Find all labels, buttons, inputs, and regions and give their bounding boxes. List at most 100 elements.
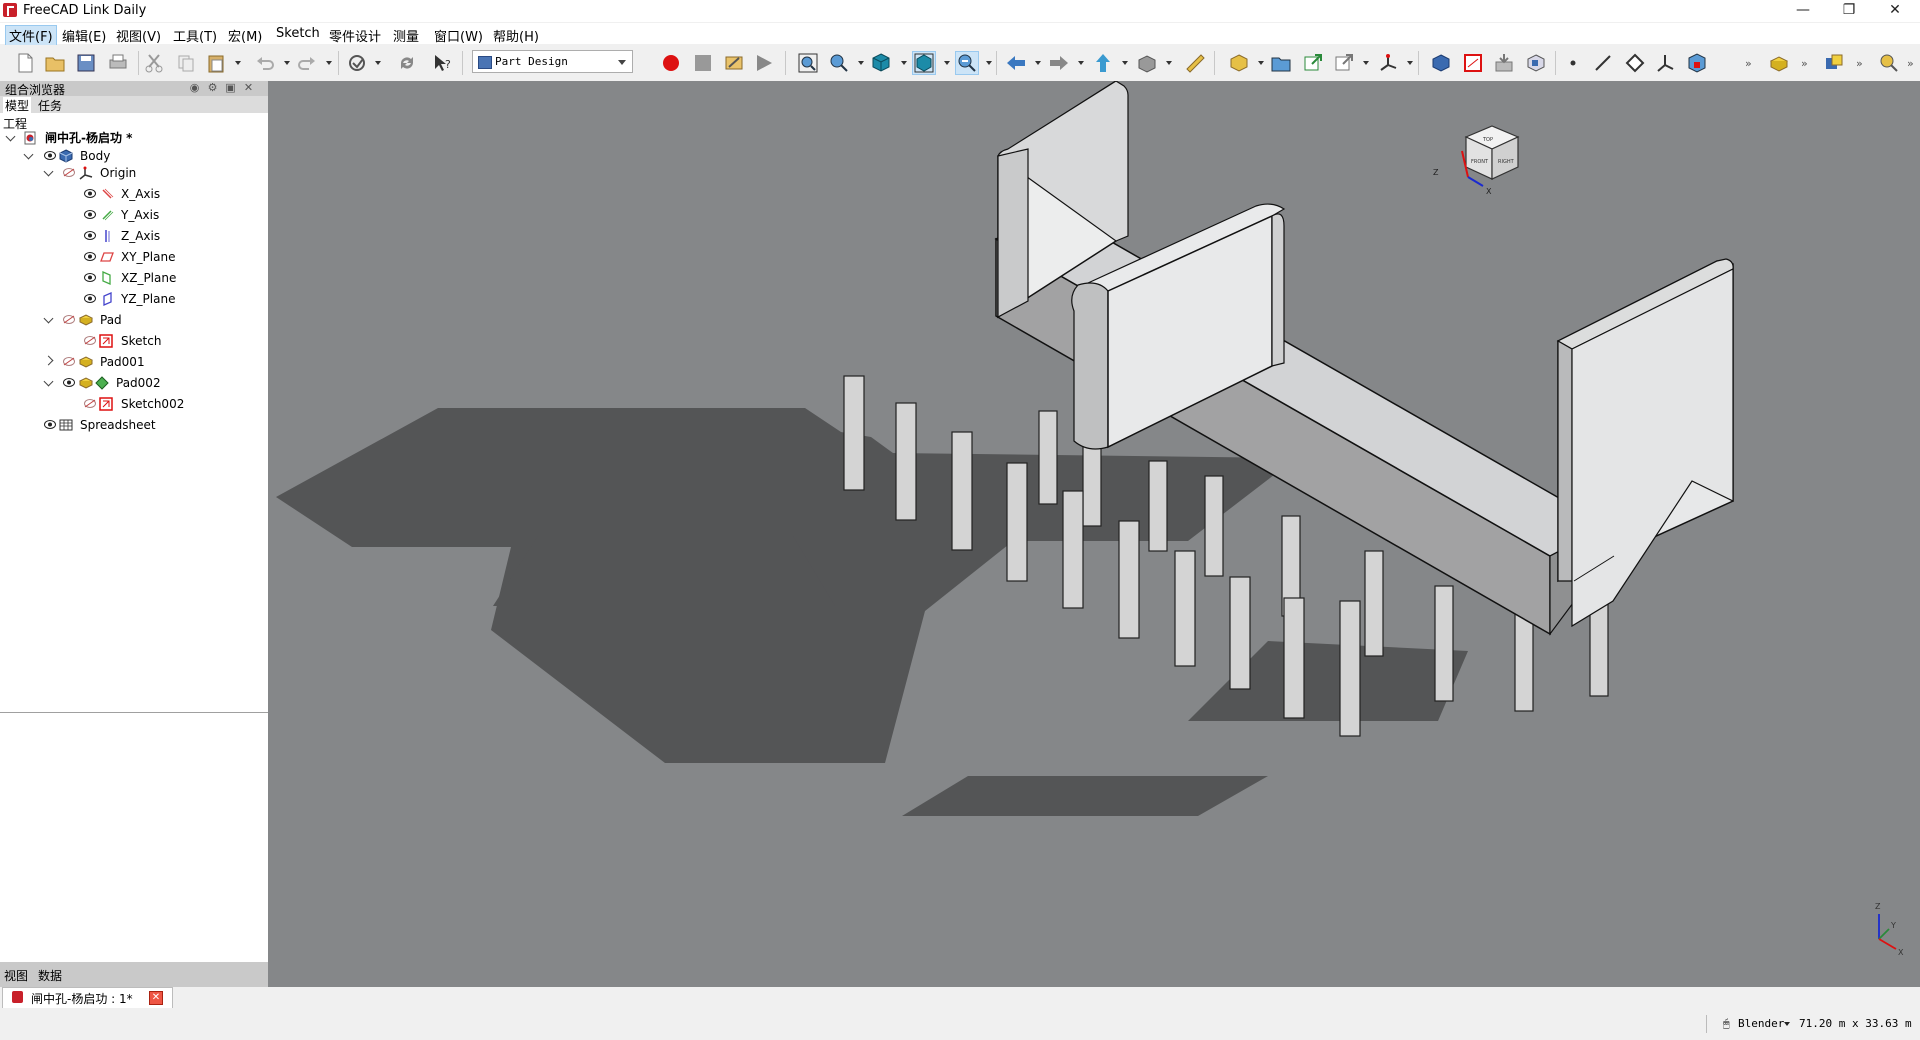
datum-plane-icon[interactable] — [1624, 52, 1646, 74]
expand-arrow-icon[interactable] — [43, 376, 54, 387]
datum-lcs-icon[interactable] — [1654, 52, 1676, 74]
tree-item-pad001[interactable]: Pad001 — [0, 353, 268, 371]
create-lcs-icon[interactable] — [1377, 52, 1399, 74]
forward-arrow-icon[interactable] — [1048, 52, 1070, 74]
edit-macro-icon[interactable] — [723, 52, 745, 74]
workbench-selector[interactable]: Part Design — [472, 50, 633, 73]
measure-view-icon[interactable] — [1878, 52, 1900, 74]
expand-arrow-icon[interactable] — [5, 131, 16, 142]
zoom-icon[interactable] — [828, 52, 850, 74]
export-link-icon[interactable] — [1302, 52, 1324, 74]
visibility-eye-icon[interactable] — [84, 273, 96, 282]
visibility-eye-icon[interactable] — [63, 378, 75, 387]
float-panel-icon[interactable]: ▣ — [225, 82, 236, 93]
menu-tools[interactable]: 工具(T) — [173, 26, 217, 45]
toolbar-overflow-2-icon[interactable]: » — [1801, 57, 1808, 70]
visibility-eye-icon[interactable] — [84, 294, 96, 303]
save-icon[interactable] — [75, 52, 97, 74]
create-body-icon[interactable] — [1228, 52, 1250, 74]
redo-icon[interactable] — [296, 52, 318, 74]
hidden-eye-icon[interactable] — [84, 336, 96, 345]
tree-item-pad[interactable]: Pad — [0, 311, 268, 329]
expand-arrow-icon[interactable] — [43, 313, 54, 324]
tree-item-sketch002[interactable]: Sketch002 — [0, 395, 268, 413]
whats-this-icon[interactable]: ? — [432, 52, 454, 74]
new-file-icon[interactable] — [14, 52, 36, 74]
up-arrow-icon[interactable] — [1092, 52, 1114, 74]
shape-binder-icon[interactable] — [1525, 52, 1547, 74]
run-macro-icon[interactable] — [753, 52, 775, 74]
zoom-box-icon[interactable] — [955, 51, 979, 75]
menu-help[interactable]: 帮助(H) — [493, 26, 539, 45]
tree-item-xz-plane[interactable]: XZ_Plane — [0, 269, 268, 287]
recompute-icon[interactable] — [396, 52, 418, 74]
sub-shape-binder-icon[interactable] — [1686, 52, 1708, 74]
menu-macro[interactable]: 宏(M) — [228, 26, 262, 45]
create-part-icon[interactable] — [1270, 52, 1292, 74]
back-arrow-icon[interactable] — [1005, 52, 1027, 74]
3d-viewport[interactable]: TOP FRONT RIGHT Z X Z Y X — [268, 81, 1920, 987]
fit-all-icon[interactable] — [797, 52, 819, 74]
tab-tasks[interactable]: 任务 — [38, 97, 62, 114]
refresh-icon[interactable] — [346, 52, 368, 74]
print-icon[interactable] — [107, 52, 129, 74]
property-view[interactable] — [0, 712, 268, 963]
close-panel-icon[interactable]: ✕ — [243, 82, 254, 93]
menu-measure[interactable]: 测量 — [393, 26, 419, 45]
datum-line-icon[interactable] — [1592, 52, 1614, 74]
document-tab[interactable]: 闸中孔-杨启功 : 1* ✕ — [2, 987, 173, 1008]
menu-part-design[interactable]: 零件设计 — [329, 26, 381, 45]
paste-icon[interactable] — [205, 52, 227, 74]
navcube-front-label[interactable]: FRONT — [1471, 159, 1489, 165]
validate-sketch-icon[interactable] — [1493, 52, 1515, 74]
tab-data[interactable]: 数据 — [38, 967, 62, 984]
tree-item-x-axis[interactable]: X_Axis — [0, 185, 268, 203]
hidden-eye-icon[interactable] — [84, 399, 96, 408]
tree-item-body[interactable]: Body — [0, 147, 268, 165]
tree-item-pad002[interactable]: Pad002 — [0, 374, 268, 392]
menu-edit[interactable]: 编辑(E) — [62, 26, 106, 45]
measure-distance-icon[interactable] — [1184, 52, 1206, 74]
toolbar-overflow-4-icon[interactable]: » — [1907, 57, 1914, 70]
boolean-icon[interactable] — [1823, 52, 1845, 74]
new-body-icon[interactable] — [1430, 52, 1452, 74]
expand-arrow-icon[interactable] — [43, 166, 54, 177]
hidden-eye-icon[interactable] — [63, 168, 75, 177]
restore-button[interactable]: ❐ — [1826, 0, 1872, 22]
visibility-eye-icon[interactable] — [84, 252, 96, 261]
hidden-eye-icon[interactable] — [63, 315, 75, 324]
menu-view[interactable]: 视图(V) — [116, 26, 161, 45]
undo-icon[interactable] — [254, 52, 276, 74]
hidden-eye-icon[interactable] — [63, 357, 75, 366]
menu-window[interactable]: 窗口(W) — [434, 26, 483, 45]
record-macro-icon[interactable] — [660, 52, 682, 74]
close-tab-icon[interactable]: ✕ — [149, 991, 163, 1005]
tree-item-xy-plane[interactable]: XY_Plane — [0, 248, 268, 266]
stop-macro-icon[interactable] — [692, 52, 714, 74]
visibility-eye-icon[interactable] — [84, 189, 96, 198]
pad-feature-icon[interactable] — [1768, 52, 1790, 74]
std-views-icon[interactable] — [1136, 52, 1158, 74]
minimize-button[interactable]: — — [1780, 0, 1826, 22]
datum-point-icon[interactable] — [1562, 52, 1584, 74]
menu-sketch[interactable]: Sketch — [276, 26, 320, 41]
menu-file[interactable]: 文件(F) — [5, 25, 57, 46]
tree-item-yz-plane[interactable]: YZ_Plane — [0, 290, 268, 308]
tree-item-sketch[interactable]: Sketch — [0, 332, 268, 350]
close-button[interactable]: ✕ — [1872, 0, 1918, 22]
tree-item-z-axis[interactable]: Z_Axis — [0, 227, 268, 245]
tree-item-document[interactable]: 闸中孔-杨启功 * — [0, 129, 268, 147]
tree-item-y-axis[interactable]: Y_Axis — [0, 206, 268, 224]
copy-icon[interactable] — [175, 52, 197, 74]
gear-icon[interactable]: ⚙ — [207, 82, 218, 93]
bounding-box-icon[interactable] — [912, 51, 936, 75]
open-file-icon[interactable] — [44, 52, 66, 74]
draw-style-icon[interactable] — [870, 52, 892, 74]
tree-item-spreadsheet[interactable]: Spreadsheet — [0, 416, 268, 434]
toolbar-overflow-3-icon[interactable]: » — [1856, 57, 1863, 70]
visibility-eye-icon[interactable] — [44, 151, 56, 160]
visibility-eye-icon[interactable] — [84, 231, 96, 240]
visibility-eye-icon[interactable] — [44, 420, 56, 429]
navcube-top-label[interactable]: TOP — [1482, 137, 1493, 143]
tab-view[interactable]: 视图 — [4, 967, 28, 984]
